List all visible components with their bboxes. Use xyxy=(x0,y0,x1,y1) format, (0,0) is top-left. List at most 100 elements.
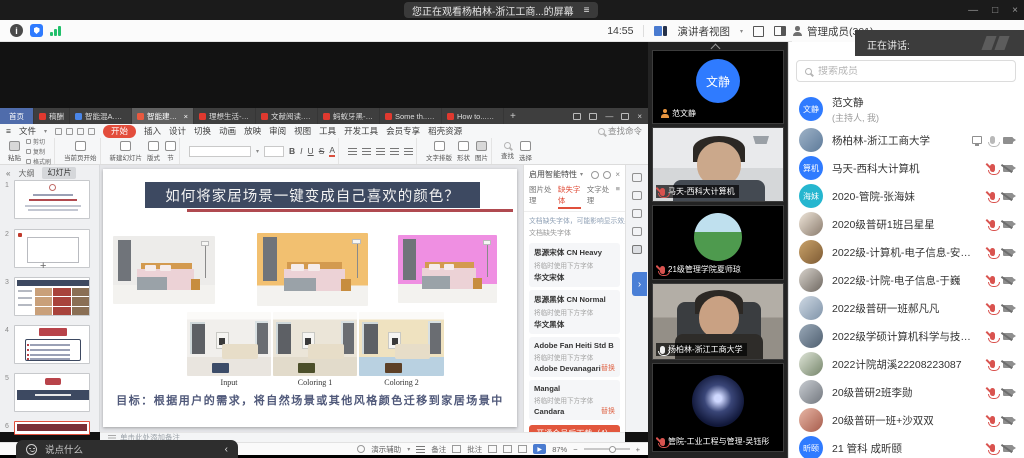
participant-row[interactable]: 20级普研2班李勋 xyxy=(789,378,1024,406)
file-menu[interactable]: 文件 xyxy=(19,125,36,137)
slide-thumb-5[interactable]: 5 xyxy=(0,373,100,412)
camera-off-icon[interactable] xyxy=(1003,277,1013,284)
camera-icon[interactable] xyxy=(1003,137,1013,144)
smart-features-icon[interactable] xyxy=(632,245,642,254)
strikethrough-button[interactable]: S xyxy=(319,146,325,156)
clipboard-icon[interactable] xyxy=(632,191,642,200)
wps-tab-home[interactable]: 首页 xyxy=(0,108,34,124)
collapse-panel-icon[interactable]: « xyxy=(6,169,10,178)
select-button[interactable]: 选择 xyxy=(519,141,532,162)
wps-split-icon[interactable] xyxy=(589,113,597,120)
animation-pane-icon[interactable] xyxy=(632,227,642,236)
participant-row[interactable]: 海妹 2020-管院-张海妹 xyxy=(789,182,1024,210)
wps-tab-active-presentation[interactable]: 智能建模_陈/修改 × xyxy=(132,108,194,124)
participant-row[interactable]: 2022级学硕计算机科学与技术-吴腾 xyxy=(789,322,1024,350)
security-shield-icon[interactable] xyxy=(30,24,43,37)
replace-font-link[interactable]: 替换 xyxy=(601,363,615,373)
view-mode-caret-icon[interactable]: ▾ xyxy=(740,28,743,35)
expand-panel-button[interactable]: › xyxy=(632,272,647,296)
notes-toggle[interactable]: 备注 xyxy=(431,444,446,455)
participant-row[interactable]: 20级普研一班+沙双双 xyxy=(789,406,1024,434)
camera-off-icon[interactable] xyxy=(1003,193,1013,200)
ribbon-tab-insert[interactable]: 插入 xyxy=(144,125,161,137)
font-card[interactable]: Adobe Fan Heiti Std B 将临时使用下方字体 Adobe De… xyxy=(529,337,620,377)
ribbon-tab-docer[interactable]: 稻壳资源 xyxy=(428,125,462,137)
assist-caret-icon[interactable]: ▾ xyxy=(407,446,410,453)
zoom-slider[interactable] xyxy=(584,448,630,450)
slide-thumb-6[interactable]: 6 xyxy=(0,421,100,435)
find-command[interactable]: 查找命令 xyxy=(598,125,642,137)
font-size-box[interactable] xyxy=(264,146,284,157)
network-signal-icon[interactable] xyxy=(50,24,63,37)
shape-button[interactable]: 形状 xyxy=(457,141,470,162)
tab-image-processing[interactable]: 图片处理 xyxy=(529,184,552,209)
wps-tab-doc6[interactable]: 蚂蚁牙黑-未知 xyxy=(318,108,380,124)
tab-outline[interactable]: 大纲 xyxy=(18,168,34,179)
video-tile-fanwenjing[interactable]: 文静 范文静 xyxy=(652,50,784,124)
ribbon-tab-membership[interactable]: 会员专享 xyxy=(386,125,420,137)
font-color-button[interactable]: A xyxy=(329,145,335,157)
find-button[interactable]: 查找 xyxy=(501,142,514,160)
slideshow-play-button[interactable]: ▶ xyxy=(533,444,546,454)
ribbon-tab-review[interactable]: 审阅 xyxy=(269,125,286,137)
cut-button[interactable]: 剪切 xyxy=(26,137,51,146)
new-slide-button[interactable]: 新建幻灯片 xyxy=(110,141,143,162)
slide-thumb-3[interactable]: 3 xyxy=(0,277,100,316)
camera-off-icon[interactable] xyxy=(1003,361,1013,368)
sorter-view-icon[interactable] xyxy=(503,445,512,453)
underline-button[interactable]: U xyxy=(308,146,314,156)
normal-view-icon[interactable] xyxy=(488,445,497,453)
fullscreen-icon[interactable] xyxy=(753,26,764,37)
panel-caret-icon[interactable]: ▾ xyxy=(580,171,583,178)
close-panel-icon[interactable]: × xyxy=(615,170,620,179)
banner-menu-icon[interactable]: ≡ xyxy=(584,5,590,16)
maximize-button[interactable]: □ xyxy=(992,5,998,16)
wps-tab-doc7[interactable]: Some th...per.pdf xyxy=(380,108,442,124)
quick-access-toolbar[interactable] xyxy=(55,128,95,135)
tab-missing-fonts[interactable]: 缺失字体 xyxy=(558,184,581,209)
layout-button[interactable]: 版式 xyxy=(147,141,160,162)
file-menu-caret-icon[interactable]: ▾ xyxy=(44,128,47,135)
search-members-input[interactable] xyxy=(818,66,1007,77)
camera-off-icon[interactable] xyxy=(1003,333,1013,340)
collapse-chat-icon[interactable]: ‹ xyxy=(225,444,228,455)
zoom-in-button[interactable]: + xyxy=(636,445,640,454)
mic-icon[interactable] xyxy=(990,136,995,144)
toggle-panel-icon[interactable] xyxy=(774,26,786,36)
font-caret-icon[interactable]: ▾ xyxy=(256,148,259,155)
presentation-assist[interactable]: 演示辅助 xyxy=(371,444,401,455)
notification-icon[interactable] xyxy=(603,171,611,179)
reading-view-icon[interactable] xyxy=(518,445,527,453)
wps-tab-doc4[interactable]: 理想生活-属于1 xyxy=(194,108,256,124)
comments-icon[interactable] xyxy=(452,445,461,453)
align-center-icon[interactable] xyxy=(390,148,399,155)
participant-row[interactable]: 2022级普研一班郝凡凡 xyxy=(789,294,1024,322)
font-card[interactable]: 思源黑体 CN Normal 将临时使用下方字体 华文黑体 xyxy=(529,290,620,334)
participant-row[interactable]: 2022级-计算机-电子信息-安宇龙 xyxy=(789,238,1024,266)
notes-toggle-icon[interactable] xyxy=(416,446,425,453)
ribbon-tab-animation[interactable]: 动画 xyxy=(219,125,236,137)
more-tabs-icon[interactable]: ≡ xyxy=(616,184,620,209)
slide-thumb-1[interactable]: 1 xyxy=(0,180,100,219)
mic-muted-icon[interactable] xyxy=(990,332,995,340)
wps-restore-button[interactable] xyxy=(621,113,629,120)
participant-row[interactable]: 昕颐 21 管科 成昕颐 xyxy=(789,434,1024,458)
ribbon-tab-tools[interactable]: 工具 xyxy=(319,125,336,137)
wps-tab-doc8[interactable]: How to...article xyxy=(442,108,504,124)
add-slide-button[interactable]: + xyxy=(40,260,46,272)
ribbon-tab-home[interactable]: 开始 xyxy=(103,125,136,138)
ribbon-tab-slideshow[interactable]: 放映 xyxy=(244,125,261,137)
camera-off-icon[interactable] xyxy=(1003,389,1013,396)
numbered-list-icon[interactable] xyxy=(362,148,371,155)
search-members-box[interactable] xyxy=(796,60,1016,82)
bullet-list-icon[interactable] xyxy=(348,148,357,155)
video-tile-matian[interactable]: 马天-西科大计算机 xyxy=(652,127,784,202)
replace-font-link[interactable]: 替换 xyxy=(601,406,615,416)
italic-button[interactable]: I xyxy=(300,146,302,156)
settings-icon[interactable] xyxy=(591,171,599,179)
mic-muted-icon[interactable] xyxy=(990,192,995,200)
camera-off-icon[interactable] xyxy=(1003,221,1013,228)
slide-thumb-4[interactable]: 4 xyxy=(0,325,100,364)
meeting-info-icon[interactable]: i xyxy=(10,24,23,37)
picture-button[interactable]: 图片 xyxy=(475,141,488,162)
